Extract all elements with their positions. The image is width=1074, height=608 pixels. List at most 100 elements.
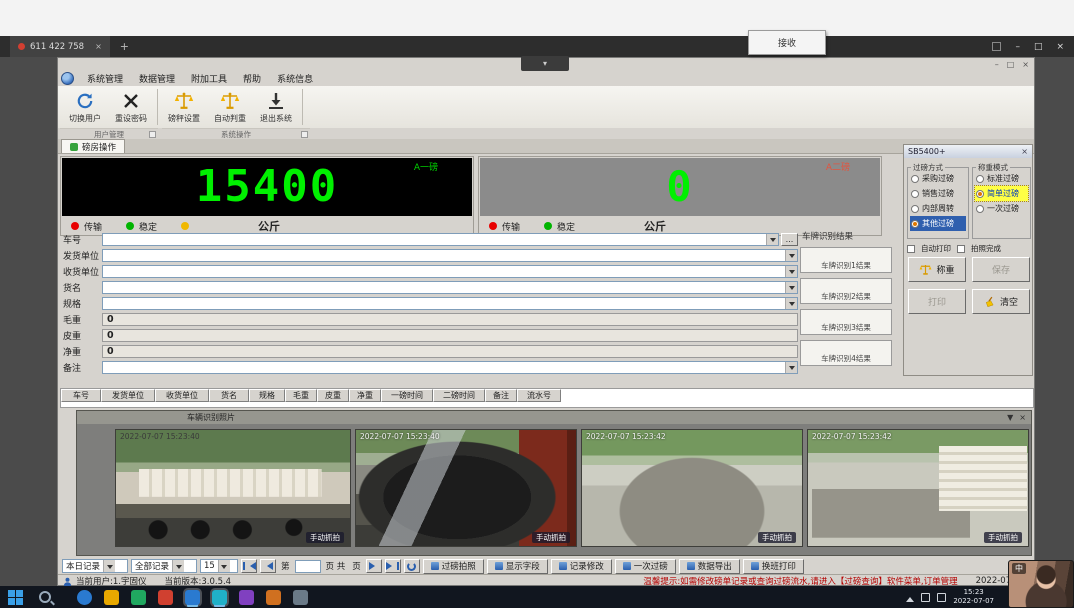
prev-page-button[interactable]: [260, 559, 276, 573]
dropdown-icon[interactable]: [172, 560, 184, 572]
tray-expand-icon[interactable]: [906, 593, 914, 602]
col-truck-no[interactable]: 车号: [61, 389, 101, 402]
group-expand-icon[interactable]: [149, 131, 156, 138]
option-standard-weigh[interactable]: 标准过磅: [975, 171, 1028, 186]
maximize-icon[interactable]: □: [1034, 42, 1043, 52]
scale-settings-button[interactable]: 磅秤设置: [161, 87, 207, 127]
network-icon[interactable]: [921, 593, 930, 602]
taskbar-app-icon[interactable]: [158, 590, 173, 605]
menu-system-info[interactable]: 系统信息: [270, 71, 320, 86]
record-filter-select[interactable]: 本日记录: [62, 559, 128, 573]
menu-extra-tools[interactable]: 附加工具: [184, 71, 234, 86]
ime-indicator[interactable]: 中: [1012, 563, 1026, 574]
camera-feed-1[interactable]: 2022-07-07 15:23:40 手动抓拍: [115, 429, 351, 547]
sender-combo[interactable]: [102, 249, 798, 262]
group-expand-icon[interactable]: [301, 131, 308, 138]
col-sender[interactable]: 发货单位: [101, 389, 155, 402]
page-number-input[interactable]: [295, 560, 321, 573]
spec-combo[interactable]: [102, 297, 798, 310]
mode-panel-close-icon[interactable]: ×: [1021, 147, 1028, 156]
camera-feed-3[interactable]: 2022-07-07 15:23:42 手动抓拍: [581, 429, 803, 547]
edit-record-button[interactable]: 记录修改: [551, 559, 612, 574]
taskbar-app-icon[interactable]: [185, 590, 200, 605]
col-spec[interactable]: 规格: [249, 389, 285, 402]
col-gross[interactable]: 毛重: [285, 389, 317, 402]
minimize-icon[interactable]: –: [1015, 42, 1020, 52]
plate-result-2[interactable]: 车牌识别2结果: [800, 278, 892, 304]
export-data-button[interactable]: 数据导出: [679, 559, 740, 574]
col-net[interactable]: 净重: [349, 389, 381, 402]
goods-combo[interactable]: [102, 281, 798, 294]
search-icon[interactable]: [39, 591, 51, 603]
col-first-time[interactable]: 一磅时间: [381, 389, 433, 402]
next-page-button[interactable]: [366, 559, 382, 573]
volume-icon[interactable]: [937, 593, 946, 602]
gross-weight-field[interactable]: 0: [102, 313, 798, 326]
col-second-time[interactable]: 二磅时间: [433, 389, 485, 402]
taskbar-app-icon[interactable]: [104, 590, 119, 605]
taskbar-clock[interactable]: 15:23 2022-07-07: [953, 588, 994, 606]
close-tab-icon[interactable]: ×: [95, 42, 102, 51]
col-remark[interactable]: 备注: [485, 389, 517, 402]
taskbar-app-icon[interactable]: [266, 590, 281, 605]
remote-menu-icon[interactable]: [992, 42, 1001, 51]
exit-system-button[interactable]: 退出系统: [253, 87, 299, 127]
remark-combo[interactable]: [102, 361, 798, 374]
remote-session-tab[interactable]: 611 422 758 ×: [10, 36, 110, 57]
plate-result-3[interactable]: 车牌识别3结果: [800, 309, 892, 335]
dropdown-icon[interactable]: [785, 362, 797, 373]
taskbar-app-icon[interactable]: [131, 590, 146, 605]
switch-user-button[interactable]: 切换用户: [62, 87, 108, 127]
col-receiver[interactable]: 收货单位: [155, 389, 209, 402]
last-page-button[interactable]: [385, 559, 401, 573]
taskbar-app-icon[interactable]: [239, 590, 254, 605]
taskbar-app-icon[interactable]: [77, 590, 92, 605]
receive-popup[interactable]: 接收: [748, 30, 826, 55]
weigh-photo-button[interactable]: 过磅拍照: [423, 559, 484, 574]
taskbar-app-icon[interactable]: [212, 590, 227, 605]
col-goods[interactable]: 货名: [209, 389, 249, 402]
auto-weigh-button[interactable]: 自动判重: [207, 87, 253, 127]
option-internal-transfer[interactable]: 内部周转: [910, 201, 966, 216]
app-close-icon[interactable]: ×: [1022, 60, 1029, 69]
shift-print-button[interactable]: 换班打印: [743, 559, 804, 574]
camera-panel-close-icon[interactable]: ×: [1019, 413, 1026, 422]
option-once-weigh[interactable]: 一次过磅: [975, 201, 1028, 216]
camera-feed-2[interactable]: 2022-07-07 15:23:40 手动抓拍: [355, 429, 577, 547]
app-minimize-icon[interactable]: –: [995, 60, 999, 69]
camera-feed-4[interactable]: 2022-07-07 15:23:42 手动抓拍: [807, 429, 1029, 547]
plate-result-1[interactable]: 车牌识别1结果: [800, 247, 892, 273]
option-other-weigh[interactable]: 其他过磅: [910, 216, 966, 231]
net-weight-field[interactable]: 0: [102, 345, 798, 358]
menu-data-manage[interactable]: 数据管理: [132, 71, 182, 86]
app-maximize-icon[interactable]: □: [1007, 60, 1015, 69]
clear-button[interactable]: 清空: [972, 289, 1030, 314]
col-serial[interactable]: 流水号: [517, 389, 561, 402]
new-tab-button[interactable]: +: [120, 40, 129, 53]
dropdown-icon[interactable]: [766, 234, 778, 245]
truck-no-combo[interactable]: [102, 233, 779, 246]
record-scope-select[interactable]: 全部记录: [131, 559, 197, 573]
remote-toolbar-pill[interactable]: ▾: [521, 56, 569, 71]
menu-help[interactable]: 帮助: [236, 71, 268, 86]
print-button[interactable]: 打印: [908, 289, 966, 314]
dropdown-icon[interactable]: [218, 560, 230, 572]
photo-done-checkbox[interactable]: [957, 245, 965, 253]
tab-weighroom[interactable]: 磅房操作: [61, 139, 125, 153]
option-simple-weigh[interactable]: 简单过磅: [975, 186, 1028, 201]
auto-print-checkbox[interactable]: [907, 245, 915, 253]
page-size-select[interactable]: 15: [200, 559, 238, 573]
option-purchase-weigh[interactable]: 采购过磅: [910, 171, 966, 186]
menu-system-manage[interactable]: 系统管理: [80, 71, 130, 86]
truck-no-browse-button[interactable]: ...: [781, 233, 798, 246]
first-page-button[interactable]: [241, 559, 257, 573]
pin-icon[interactable]: ▼: [1007, 413, 1013, 422]
col-tare[interactable]: 皮重: [317, 389, 349, 402]
option-sales-weigh[interactable]: 销售过磅: [910, 186, 966, 201]
dropdown-icon[interactable]: [785, 250, 797, 261]
refresh-button[interactable]: [404, 559, 420, 573]
dropdown-icon[interactable]: [785, 282, 797, 293]
show-fields-button[interactable]: 显示字段: [487, 559, 548, 574]
receiver-combo[interactable]: [102, 265, 798, 278]
weigh-button[interactable]: 称重: [908, 257, 966, 282]
